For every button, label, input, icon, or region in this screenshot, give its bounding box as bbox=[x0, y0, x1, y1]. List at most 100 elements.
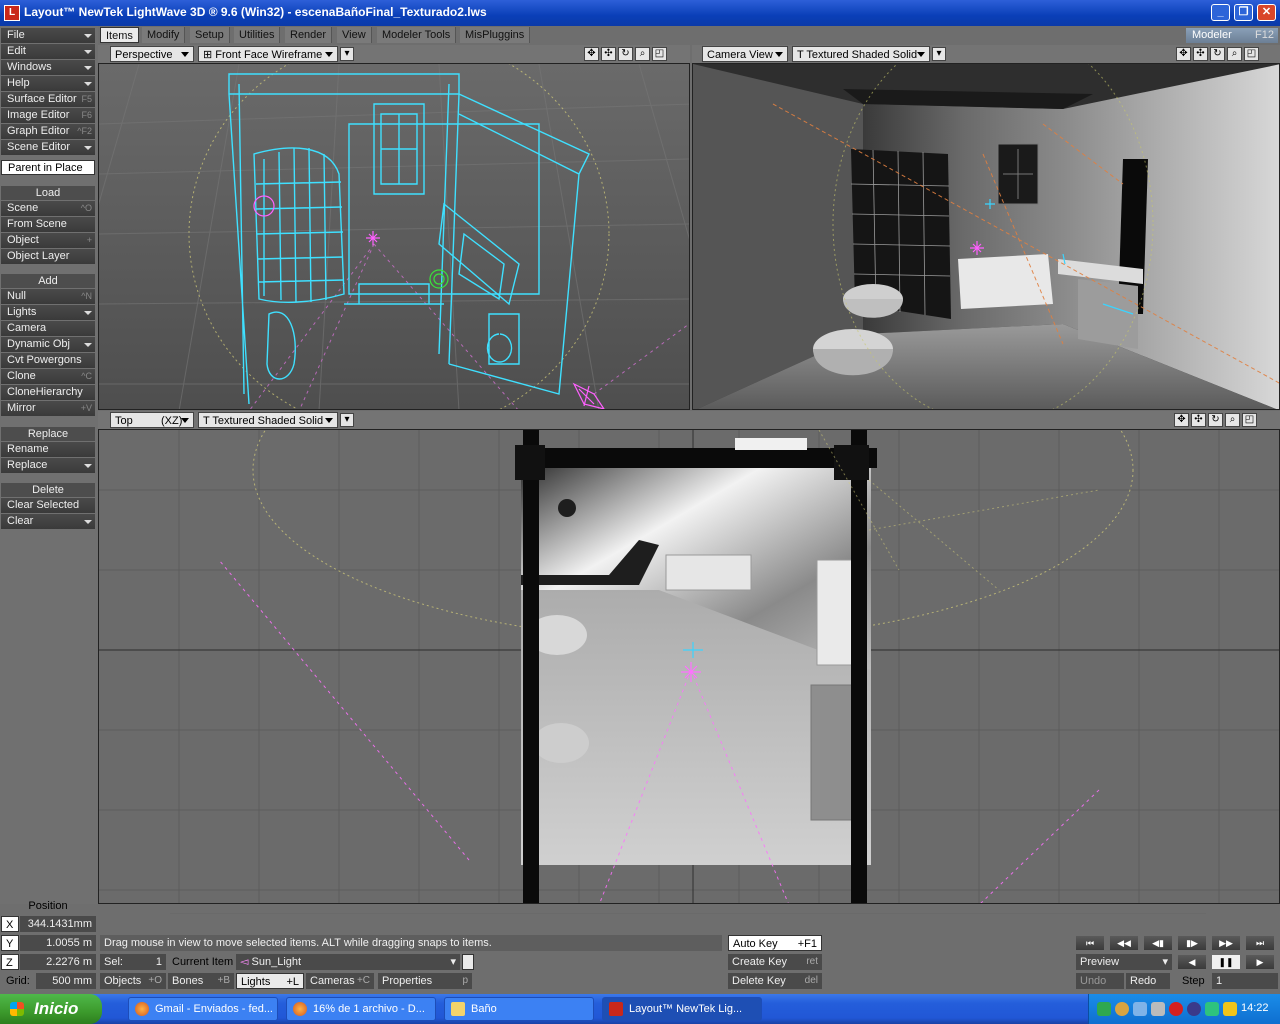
objects-button[interactable]: Objects +O bbox=[100, 973, 166, 989]
grid-size-field[interactable]: 500 mm bbox=[36, 973, 96, 989]
windows-menu[interactable]: Windows bbox=[1, 60, 95, 75]
load-object-layer-button[interactable]: Object Layer bbox=[1, 249, 95, 264]
file-menu[interactable]: File bbox=[1, 28, 95, 43]
pan-view-icon[interactable]: ✣ bbox=[601, 47, 616, 61]
replace-menu[interactable]: Replace bbox=[1, 458, 95, 473]
camera-viewport[interactable] bbox=[692, 63, 1280, 410]
load-object-button[interactable]: Object + bbox=[1, 233, 95, 248]
camera-options-dropdown-icon[interactable]: ▾ bbox=[932, 47, 946, 61]
z-position-field[interactable]: 2.2276 m bbox=[20, 954, 96, 970]
help-menu[interactable]: Help bbox=[1, 76, 95, 91]
preview-dropdown[interactable]: Preview ▾ bbox=[1076, 954, 1172, 970]
clone-button[interactable]: Clone ^C bbox=[1, 369, 95, 384]
step-field[interactable]: 1 bbox=[1212, 973, 1278, 989]
add-dynamic-obj-menu[interactable]: Dynamic Obj bbox=[1, 337, 95, 352]
y-axis-toggle[interactable]: Y bbox=[1, 935, 19, 951]
top-view-dropdown[interactable]: Top (XZ) bbox=[110, 412, 194, 428]
play-forward-icon[interactable]: ▶ bbox=[1246, 955, 1274, 969]
maximize-viewport-icon[interactable]: ◰ bbox=[652, 47, 667, 61]
first-frame-icon[interactable]: ⏮ bbox=[1076, 936, 1104, 950]
view-type-dropdown[interactable]: Perspective bbox=[110, 46, 194, 62]
cvt-powergons-button[interactable]: Cvt Powergons bbox=[1, 353, 95, 368]
add-lights-menu[interactable]: Lights bbox=[1, 305, 95, 320]
top-options-dropdown-icon[interactable]: ▾ bbox=[340, 413, 354, 427]
top-maximize-icon[interactable]: ◰ bbox=[1242, 413, 1257, 427]
undo-button[interactable]: Undo bbox=[1076, 973, 1124, 989]
close-button[interactable]: ✕ bbox=[1257, 4, 1276, 21]
next-frame-icon[interactable]: ▮▶ bbox=[1178, 936, 1206, 950]
tray-power-icon[interactable] bbox=[1223, 1002, 1237, 1016]
lightwave-app-icon[interactable]: L bbox=[4, 5, 20, 21]
tray-antivirus-icon[interactable] bbox=[1169, 1002, 1183, 1016]
render-mode-dropdown[interactable]: ⊞ Front Face Wireframe bbox=[198, 46, 338, 62]
camera-view-dropdown[interactable]: Camera View bbox=[702, 46, 788, 62]
tab-render[interactable]: Render bbox=[285, 27, 333, 43]
delete-key-button[interactable]: Delete Key del bbox=[728, 973, 822, 989]
tab-mispluggins[interactable]: MisPluggins bbox=[460, 27, 531, 43]
tab-items[interactable]: Items bbox=[100, 27, 139, 43]
top-render-mode-dropdown[interactable]: T Textured Shaded Solid bbox=[198, 412, 338, 428]
modeler-button[interactable]: Modeler F12 bbox=[1186, 28, 1278, 43]
clear-menu[interactable]: Clear bbox=[1, 514, 95, 529]
graph-editor-button[interactable]: Graph Editor ^F2 bbox=[1, 124, 95, 139]
move-view-icon[interactable]: ✥ bbox=[584, 47, 599, 61]
tab-modify[interactable]: Modify bbox=[142, 27, 186, 43]
viewport-options-dropdown-icon[interactable]: ▾ bbox=[340, 47, 354, 61]
y-position-field[interactable]: 1.0055 m bbox=[20, 935, 96, 951]
clear-selected-button[interactable]: Clear Selected bbox=[1, 498, 95, 513]
camera-pan-icon[interactable]: ✣ bbox=[1193, 47, 1208, 61]
x-position-field[interactable]: 344.1431mm bbox=[20, 916, 96, 932]
top-pan-icon[interactable]: ✣ bbox=[1191, 413, 1206, 427]
properties-button[interactable]: Properties p bbox=[378, 973, 472, 989]
tray-volume-icon[interactable] bbox=[1151, 1002, 1165, 1016]
previous-frame-icon[interactable]: ◀▮ bbox=[1144, 936, 1172, 950]
tab-setup[interactable]: Setup bbox=[190, 27, 230, 43]
parent-in-place-toggle[interactable]: Parent in Place bbox=[1, 160, 95, 175]
taskbar-item-layout[interactable]: Layout™ NewTek Lig... bbox=[602, 997, 762, 1021]
top-move-icon[interactable]: ✥ bbox=[1174, 413, 1189, 427]
maximize-button[interactable]: ❐ bbox=[1234, 4, 1253, 21]
z-axis-toggle[interactable]: Z bbox=[1, 954, 19, 970]
top-viewport[interactable] bbox=[98, 429, 1280, 904]
add-camera-button[interactable]: Camera bbox=[1, 321, 95, 336]
tab-modeler-tools[interactable]: Modeler Tools bbox=[377, 27, 457, 43]
mirror-button[interactable]: Mirror +V bbox=[1, 401, 95, 416]
previous-key-icon[interactable]: ◀◀ bbox=[1110, 936, 1138, 950]
add-null-button[interactable]: Null ^N bbox=[1, 289, 95, 304]
item-lock-icon[interactable] bbox=[462, 954, 474, 970]
taskbar-item-folder[interactable]: Baño bbox=[444, 997, 594, 1021]
current-item-dropdown[interactable]: ◅ Sun_Light ▾ bbox=[236, 954, 460, 970]
tray-app-icon[interactable] bbox=[1097, 1002, 1111, 1016]
surface-editor-button[interactable]: Surface Editor F5 bbox=[1, 92, 95, 107]
camera-rotate-icon[interactable]: ↻ bbox=[1210, 47, 1225, 61]
minimize-button[interactable]: _ bbox=[1211, 4, 1230, 21]
edit-menu[interactable]: Edit bbox=[1, 44, 95, 59]
load-scene-button[interactable]: Scene ^O bbox=[1, 201, 95, 216]
camera-maximize-icon[interactable]: ◰ bbox=[1244, 47, 1259, 61]
image-editor-button[interactable]: Image Editor F6 bbox=[1, 108, 95, 123]
x-axis-toggle[interactable]: X bbox=[1, 916, 19, 932]
rotate-view-icon[interactable]: ↻ bbox=[618, 47, 633, 61]
zoom-view-icon[interactable]: ⌕ bbox=[635, 47, 650, 61]
auto-key-toggle[interactable]: Auto Key +F1 bbox=[728, 935, 822, 951]
tray-monitor-icon[interactable] bbox=[1133, 1002, 1147, 1016]
top-zoom-icon[interactable]: ⌕ bbox=[1225, 413, 1240, 427]
tray-media-icon[interactable] bbox=[1187, 1002, 1201, 1016]
tray-network-icon[interactable] bbox=[1115, 1002, 1129, 1016]
start-button[interactable]: Inicio bbox=[0, 994, 102, 1024]
camera-move-icon[interactable]: ✥ bbox=[1176, 47, 1191, 61]
next-key-icon[interactable]: ▶▶ bbox=[1212, 936, 1240, 950]
last-frame-icon[interactable]: ⏭ bbox=[1246, 936, 1274, 950]
tab-utilities[interactable]: Utilities bbox=[234, 27, 281, 43]
clone-hierarchy-button[interactable]: CloneHierarchy bbox=[1, 385, 95, 400]
tray-sync-icon[interactable] bbox=[1205, 1002, 1219, 1016]
play-reverse-icon[interactable]: ◀ bbox=[1178, 955, 1206, 969]
taskbar-item-download[interactable]: 16% de 1 archivo - D... bbox=[286, 997, 436, 1021]
lights-button[interactable]: Lights +L bbox=[236, 973, 304, 989]
top-rotate-icon[interactable]: ↻ bbox=[1208, 413, 1223, 427]
camera-render-mode-dropdown[interactable]: T Textured Shaded Solid bbox=[792, 46, 930, 62]
cameras-button[interactable]: Cameras +C bbox=[306, 973, 374, 989]
load-from-scene-button[interactable]: From Scene bbox=[1, 217, 95, 232]
taskbar-item-gmail[interactable]: Gmail - Enviados - fed... bbox=[128, 997, 278, 1021]
bones-button[interactable]: Bones +B bbox=[168, 973, 234, 989]
